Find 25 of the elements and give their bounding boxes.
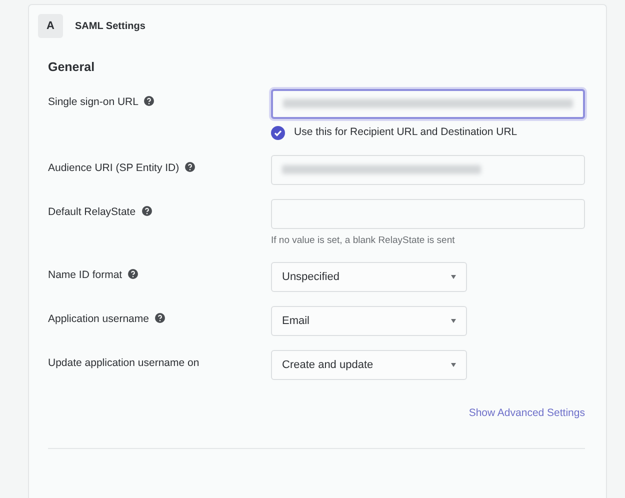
help-icon[interactable] — [128, 268, 138, 279]
input-field[interactable] — [271, 88, 585, 119]
section-heading: General — [48, 59, 96, 76]
help-icon[interactable] — [185, 162, 196, 172]
app-initial-badge: A — [38, 14, 63, 38]
field-label: Name ID format — [48, 268, 122, 283]
field-label: Default RelayState — [48, 204, 136, 220]
help-icon[interactable] — [144, 96, 154, 106]
caret-icon — [451, 362, 456, 367]
field-label: Single sign-on URL — [48, 94, 138, 110]
checkbox-label: Use this for Recipient URL and Destination URL — [294, 124, 518, 140]
caret-icon — [451, 274, 456, 279]
advanced-settings-link[interactable]: Show Advanced Settings — [468, 406, 585, 422]
checkbox[interactable] — [271, 126, 285, 140]
field-label: Update application username on — [48, 356, 200, 371]
hint-text: If no value is set, a blank RelayState is sent — [271, 234, 456, 248]
caret-icon — [451, 318, 456, 323]
dropdown[interactable]: Email — [271, 306, 467, 336]
help-icon[interactable] — [154, 312, 165, 323]
field-label: Application username — [48, 312, 149, 327]
dropdown[interactable]: Create and update — [271, 350, 467, 380]
field-label: Audience URI (SP Entity ID) — [48, 160, 180, 176]
panel-title: SAML Settings — [75, 20, 146, 34]
dropdown[interactable]: Unspecified — [271, 262, 467, 292]
help-icon[interactable] — [142, 206, 152, 216]
